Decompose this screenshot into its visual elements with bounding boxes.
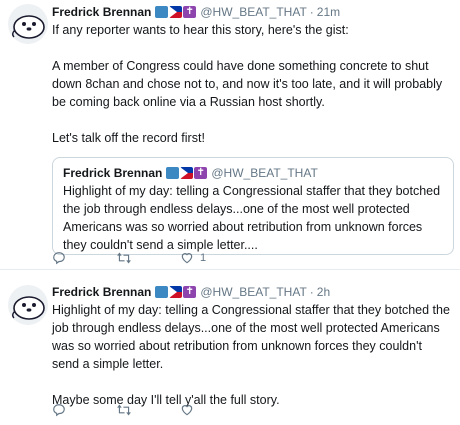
avatar[interactable]: [8, 285, 48, 325]
quoted-tweet[interactable]: Fredrick Brennan ✝ @HW_BEAT_THAT Highlig…: [52, 157, 454, 255]
like-button[interactable]: [180, 403, 244, 417]
quoted-author-name: Fredrick Brennan: [63, 166, 163, 180]
quoted-author-handle: @HW_BEAT_THAT: [211, 166, 318, 180]
tweet-paragraph: If any reporter wants to hear this story…: [52, 23, 349, 37]
author-handle[interactable]: @HW_BEAT_THAT: [200, 5, 306, 19]
heart-icon: [181, 253, 193, 264]
tweet-paragraph: A member of Congress could have done som…: [52, 59, 443, 109]
retweet-button[interactable]: [116, 403, 180, 417]
tweet-paragraph: Highlight of my day: telling a Congressi…: [52, 303, 450, 371]
latin-cross-icon: ✝: [194, 167, 208, 179]
retweet-icon: [117, 252, 131, 264]
tweet[interactable]: Fredrick Brennan ✝ @HW_BEAT_THAT · 21m I…: [0, 0, 460, 270]
philippines-flag-icon: [180, 167, 194, 179]
tweet-actions: 1: [52, 251, 244, 265]
separator-dot: ·: [309, 5, 314, 19]
author-handle[interactable]: @HW_BEAT_THAT: [200, 285, 306, 299]
quoted-tweet-text: Highlight of my day: telling a Congressi…: [63, 184, 441, 252]
tweet[interactable]: Fredrick Brennan ✝ @HW_BEAT_THAT · 2h Hi…: [0, 271, 460, 425]
heart-icon: [181, 405, 193, 416]
avatar[interactable]: [8, 4, 48, 44]
author-name[interactable]: Fredrick Brennan: [52, 5, 151, 19]
philippines-flag-icon: [169, 286, 183, 298]
tweet-text: If any reporter wants to hear this story…: [52, 21, 452, 147]
quoted-tweet-header: Fredrick Brennan ✝ @HW_BEAT_THAT: [63, 164, 443, 182]
wheelchair-emoji-icon: [166, 167, 180, 179]
like-button[interactable]: 1: [180, 251, 244, 265]
reply-icon: [53, 252, 65, 265]
tweet-body: Fredrick Brennan ✝ @HW_BEAT_THAT · 21m I…: [52, 3, 454, 255]
reply-button[interactable]: [52, 403, 116, 417]
tweet-header: Fredrick Brennan ✝ @HW_BEAT_THAT · 21m: [52, 3, 452, 21]
reply-button[interactable]: [52, 251, 116, 265]
wheelchair-emoji-icon: [155, 286, 169, 298]
timestamp[interactable]: 21m: [317, 5, 340, 19]
name-emojis: ✝: [155, 286, 197, 298]
latin-cross-icon: ✝: [183, 286, 197, 298]
tweet-body: Fredrick Brennan ✝ @HW_BEAT_THAT · 2h Hi…: [52, 283, 452, 409]
latin-cross-icon: ✝: [183, 6, 197, 18]
separator-dot: ·: [309, 285, 314, 299]
name-emojis: ✝: [166, 167, 208, 179]
tweet-text: Highlight of my day: telling a Congressi…: [52, 301, 452, 409]
tweet-actions: [52, 403, 244, 417]
philippines-flag-icon: [169, 6, 183, 18]
like-count: 1: [200, 252, 207, 264]
retweet-icon: [117, 404, 131, 416]
retweet-button[interactable]: [116, 251, 180, 265]
wheelchair-emoji-icon: [155, 6, 169, 18]
author-name[interactable]: Fredrick Brennan: [52, 285, 151, 299]
tweet-feed: Fredrick Brennan ✝ @HW_BEAT_THAT · 21m I…: [0, 0, 460, 425]
name-emojis: ✝: [155, 6, 197, 18]
tweet-paragraph: Let's talk off the record first!: [52, 131, 205, 145]
tweet-header: Fredrick Brennan ✝ @HW_BEAT_THAT · 2h: [52, 283, 452, 301]
timestamp[interactable]: 2h: [317, 285, 330, 299]
reply-icon: [53, 404, 65, 417]
